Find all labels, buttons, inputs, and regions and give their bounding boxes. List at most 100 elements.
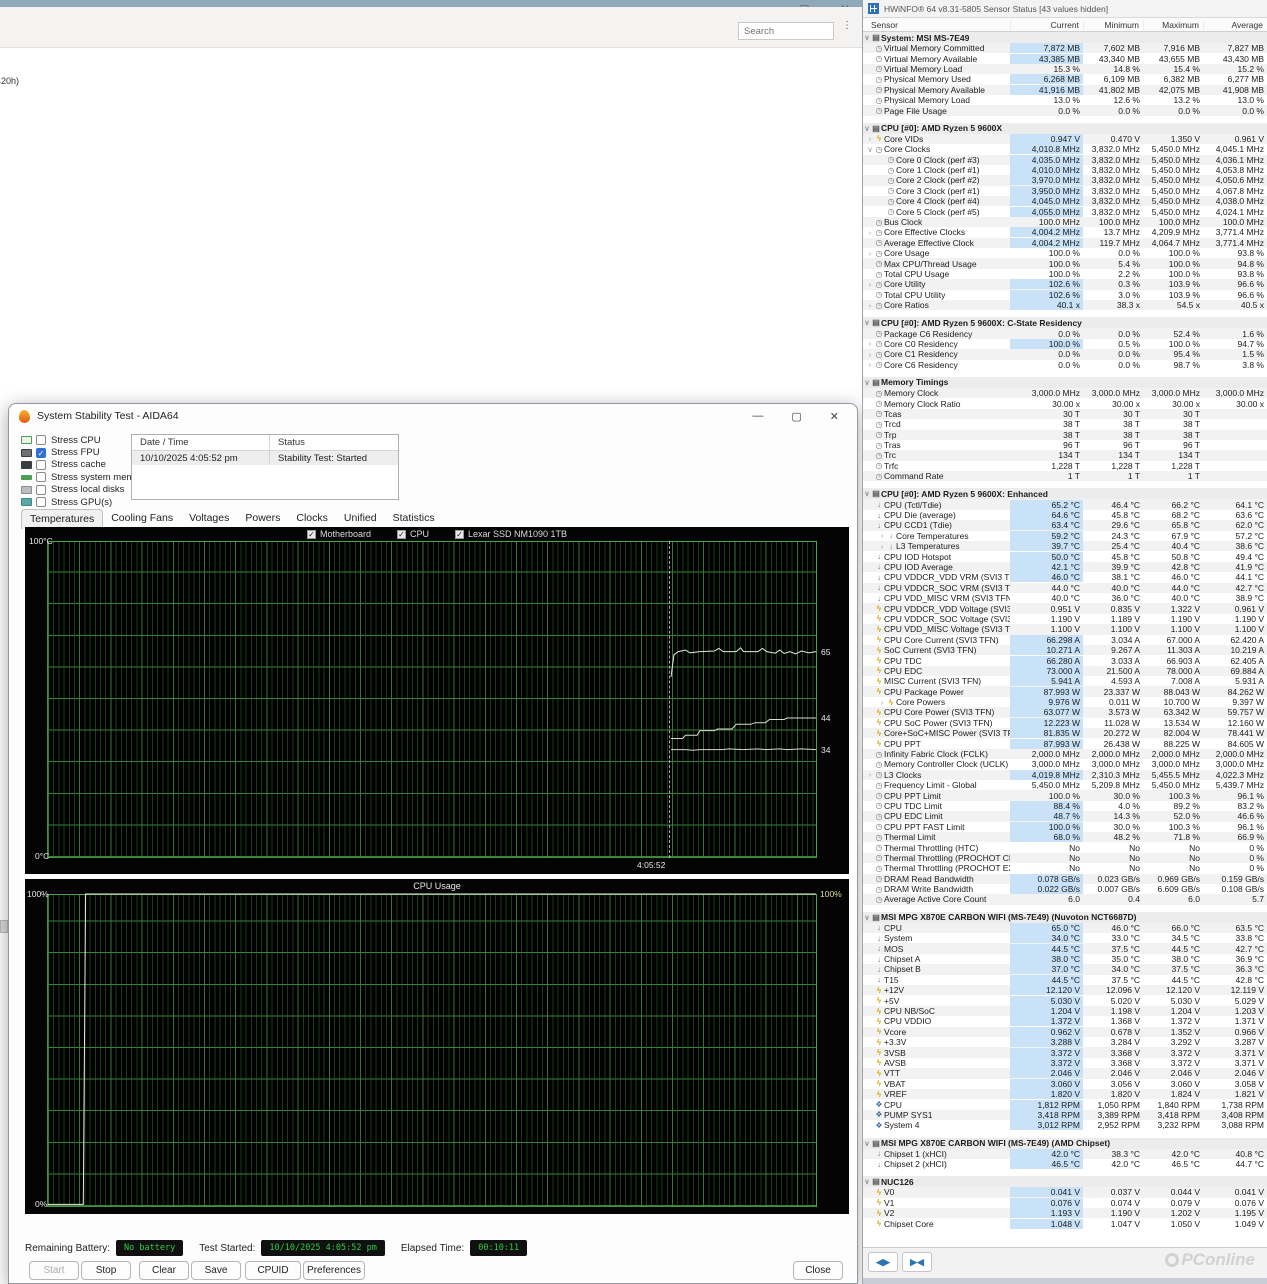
sensor-row[interactable]: ◷ Core 0 Clock (perf #3) 4,035.0 MHz 3,832.… [863, 154, 1267, 165]
sensor-row[interactable]: ∨ ◷ Core Clocks 4,010.8 MHz 3,832.0 MHz 5,450… [863, 144, 1267, 155]
sensor-row[interactable]: ϟ +3.3V 3.288 V 3.284 V 3.292 V 3.287 V [863, 1036, 1267, 1048]
sensor-row[interactable]: ϟ CPU TDC 66.280 A 3.033 A 66.903 A 62.405 A [863, 655, 1267, 666]
sensor-row[interactable]: ◷ Trfc 1,228 T 1,228 T 1,228 T [863, 460, 1267, 472]
sensor-row[interactable]: ◷ Tras 96 T 96 T 96 T [863, 439, 1267, 451]
sensor-row[interactable]: › ◷ Core C1 Residency 0.0 % 0.0 % 95.4 % 1.5 % [863, 349, 1267, 360]
sensor-row[interactable]: ↓ Chipset A 38.0 °C 35.0 °C 38.0 °C 36.9 °C [863, 953, 1267, 965]
aida64-titlebar[interactable]: System Stability Test - AIDA64 — ▢ ✕ [9, 404, 857, 428]
start-button[interactable]: Start [29, 1261, 79, 1280]
close-button[interactable]: Close [793, 1261, 843, 1280]
tab-clocks[interactable]: Clocks [288, 509, 336, 529]
sensor-row[interactable]: ϟ +5V 5.030 V 5.020 V 5.030 V 5.029 V [863, 995, 1267, 1006]
sensor-row[interactable]: ϟCPU VDD_MISC Voltage (SVI3 TFN) 1.100 V 1… [863, 624, 1267, 635]
sensor-row[interactable]: ◷ CPU TDC Limit 88.4 % 4.0 % 89.2 % 83.2 % [863, 800, 1267, 812]
sensor-row[interactable]: › ◷ Core Effective Clocks 4,004.2 MHz 13.7 M… [863, 227, 1267, 238]
sensor-row[interactable]: › ϟ Core Powers 9.976 W 0.011 W 10.700 W 9.397… [863, 696, 1267, 708]
sensor-row[interactable]: ϟ MISC Current (SVI3 TFN) 5.941 A 4.593 A 7.… [863, 676, 1267, 687]
sensor-row[interactable]: ◷ Virtual Memory Available 43,385 MB 43,340… [863, 53, 1267, 64]
checkbox[interactable] [36, 497, 46, 508]
sensor-row[interactable]: ◷ Package C6 Residency 0.0 % 0.0 % 52.4 % 1.6… [863, 328, 1267, 339]
expand-icon[interactable]: › [866, 280, 874, 289]
checkbox[interactable] [36, 459, 46, 470]
stress-option[interactable]: Stress system memory [21, 471, 148, 483]
collapse-icon[interactable]: ∨ [863, 1139, 871, 1148]
sensor-row[interactable]: › ϟ Core VIDs 0.947 V 0.470 V 1.350 V 0.961 V [863, 133, 1267, 145]
sensor-row[interactable]: ϟ AVSB 3.372 V 3.368 V 3.372 V 3.371 V [863, 1057, 1267, 1069]
collapse-icon[interactable]: ∨ [863, 124, 871, 133]
collapse-icon[interactable]: ∨ [863, 913, 871, 922]
sensor-row[interactable]: ↓ Chipset B 37.0 °C 34.0 °C 37.5 °C 36.3 °C [863, 964, 1267, 975]
expand-icon[interactable]: › [878, 542, 886, 551]
nav-collapse-button[interactable]: ▶◀ [902, 1252, 932, 1272]
sensor-section-header[interactable]: ∨ ▤ CPU [#0]: AMD Ryzen 5 9600X: C-State R… [863, 317, 1267, 329]
column-average[interactable]: Average [1203, 19, 1267, 30]
expand-icon[interactable]: › [878, 698, 886, 707]
sensor-row[interactable]: ❖ CPU 1,812 RPM 1,050 RPM 1,840 RPM 1,738 RPM [863, 1099, 1267, 1110]
nav-expand-button[interactable]: ◀▶ [868, 1252, 898, 1272]
sensor-row[interactable]: ◷ Total CPU Utility 102.6 % 3.0 % 103.9 % 96.… [863, 289, 1267, 300]
column-sensor[interactable]: Sensor [863, 20, 1010, 30]
sensor-row[interactable]: ϟ CPU SoC Power (SVI3 TFN) 12.223 W 11.028 … [863, 717, 1267, 729]
sensor-row[interactable]: ↓ Chipset 1 (xHCI) 42.0 °C 38.3 °C 42.0 °C 40… [863, 1148, 1267, 1159]
sensor-row[interactable]: ◷ CPU PPT FAST Limit 100.0 % 30.0 % 100.3 % 9… [863, 821, 1267, 832]
sensor-row[interactable]: ◷ Average Active Core Count 6.0 0.4 6.0 5.7 [863, 894, 1267, 905]
sensor-row[interactable]: ◷ Infinity Fabric Clock (FCLK) 2,000.0 MHz… [863, 748, 1267, 760]
expand-icon[interactable]: › [866, 249, 874, 258]
column-maximum[interactable]: Maximum [1143, 19, 1203, 30]
sensor-row[interactable]: › ↓ L3 Temperatures 39.7 °C 25.4 °C 40.4 °C 38… [863, 541, 1267, 552]
sensor-row[interactable]: ϟ CPU Core Power (SVI3 TFN) 63.077 W 3.573 … [863, 707, 1267, 718]
sensor-row[interactable]: ◷ Physical Memory Used 6,268 MB 6,109 MB 6,3… [863, 74, 1267, 85]
expand-icon[interactable]: ∨ [866, 145, 874, 154]
minimize-icon[interactable]: — [752, 410, 763, 423]
log-col-status[interactable]: Status [270, 437, 398, 448]
sensor-row[interactable]: ϟ CPU NB/SoC 1.204 V 1.198 V 1.204 V 1.203 V [863, 1005, 1267, 1017]
sensor-section-header[interactable]: ∨ ▤ Memory Timings [863, 376, 1267, 388]
sensor-row[interactable]: ϟ V1 0.076 V 0.074 V 0.079 V 0.076 V [863, 1197, 1267, 1209]
checkbox[interactable]: ✓ [36, 447, 46, 458]
sensor-row[interactable]: ϟ +12V 12.120 V 12.096 V 12.120 V 12.119 V [863, 985, 1267, 996]
clear-button[interactable]: Clear [139, 1261, 189, 1280]
sensor-row[interactable]: ↓CPU VDDCR_SOC VRM (SVI3 TFN) 44.0 °C 40.0… [863, 582, 1267, 593]
tab-statistics[interactable]: Statistics [385, 509, 443, 529]
sensor-row[interactable]: ϟCPU VDDCR_SOC Voltage (SVI3 TFN) 1.190 V… [863, 613, 1267, 625]
sensor-row[interactable]: ◷ CPU EDC Limit 48.7 % 14.3 % 52.0 % 46.6 % [863, 811, 1267, 822]
sensor-row[interactable]: ◷ Memory Controller Clock (UCLK) 3,000.0 M… [863, 759, 1267, 770]
sensor-row[interactable]: ◷ Memory Clock 3,000.0 MHz 3,000.0 MHz 3,000… [863, 387, 1267, 399]
sensor-row[interactable]: › ↓ Core Temperatures 59.2 °C 24.3 °C 67.9 °C… [863, 530, 1267, 542]
stress-option[interactable]: Stress CPU [21, 434, 148, 446]
sensor-row[interactable]: ❖ System 4 3,012 RPM 2,952 RPM 3,232 RPM 3,08… [863, 1120, 1267, 1131]
tab-voltages[interactable]: Voltages [181, 509, 237, 529]
sensor-row[interactable]: ϟ VTT 2.046 V 2.046 V 2.046 V 2.046 V [863, 1068, 1267, 1079]
sensor-row[interactable]: ↓ CPU CCD1 (Tdie) 63.4 °C 29.6 °C 65.8 °C 62.… [863, 520, 1267, 531]
sensor-row[interactable]: ◷ Tcas 30 T 30 T 30 T [863, 408, 1267, 420]
expand-icon[interactable]: › [866, 350, 874, 359]
tab-powers[interactable]: Powers [237, 509, 288, 529]
close-icon[interactable]: ✕ [830, 410, 839, 423]
sensor-row[interactable]: ϟ V2 1.193 V 1.190 V 1.202 V 1.195 V [863, 1208, 1267, 1219]
sensor-row[interactable]: › ◷ Core Usage 100.0 % 0.0 % 100.0 % 93.8 % [863, 248, 1267, 259]
expand-icon[interactable]: › [866, 228, 874, 237]
sensor-row[interactable]: ϟCPU VDDCR_VDD Voltage (SVI3 TFN) 0.951 V… [863, 603, 1267, 614]
collapse-icon[interactable]: ∨ [863, 489, 871, 498]
sensor-section-header[interactable]: ∨ ▤ CPU [#0]: AMD Ryzen 5 9600X: Enhanced [863, 488, 1267, 500]
expand-icon[interactable]: › [878, 531, 886, 540]
sensor-row[interactable]: ◷ Trcd 38 T 38 T 38 T [863, 419, 1267, 430]
log-row[interactable]: 10/10/2025 4:05:52 pm Stability Test: St… [132, 451, 398, 465]
stress-option[interactable]: ✓ Stress FPU [21, 446, 148, 458]
collapse-icon[interactable]: ∨ [863, 318, 871, 327]
sensor-row[interactable]: ϟ CPU Core Current (SVI3 TFN) 66.298 A 3.03… [863, 634, 1267, 645]
sensor-row[interactable]: › ◷ Core Ratios 40.1 x 38.3 x 54.5 x 40.5 x [863, 299, 1267, 311]
sensor-row[interactable]: › ◷ Core C6 Residency 0.0 % 0.0 % 98.7 % 3.8 % [863, 359, 1267, 370]
sensor-section-header[interactable]: ∨ ▤ NUC126 [863, 1176, 1267, 1188]
checkbox[interactable] [36, 472, 46, 483]
sensor-row[interactable]: ϟ CPU Package Power 87.993 W 23.337 W 88.043… [863, 686, 1267, 697]
sensor-row[interactable]: ◷ Core 4 Clock (perf #4) 4,045.0 MHz 3,832.… [863, 196, 1267, 207]
save-button[interactable]: Save [191, 1261, 241, 1280]
collapse-icon[interactable]: ∨ [863, 378, 871, 387]
sensor-row[interactable]: ◷ Core 3 Clock (perf #1) 3,950.0 MHz 3,832.… [863, 185, 1267, 197]
checkbox[interactable] [36, 435, 46, 446]
sensor-row[interactable]: ◷ DRAM Write Bandwidth 0.022 GB/s 0.007 GB/… [863, 883, 1267, 895]
sensor-row[interactable]: ◷ Core 2 Clock (perf #2) 3,970.0 MHz 3,832.… [863, 175, 1267, 186]
sensor-row[interactable]: ϟ CPU VDDIO 1.372 V 1.368 V 1.372 V 1.371 V [863, 1016, 1267, 1027]
sensor-row[interactable]: ◷ Core 5 Clock (perf #5) 4,055.0 MHz 3,832.… [863, 206, 1267, 217]
